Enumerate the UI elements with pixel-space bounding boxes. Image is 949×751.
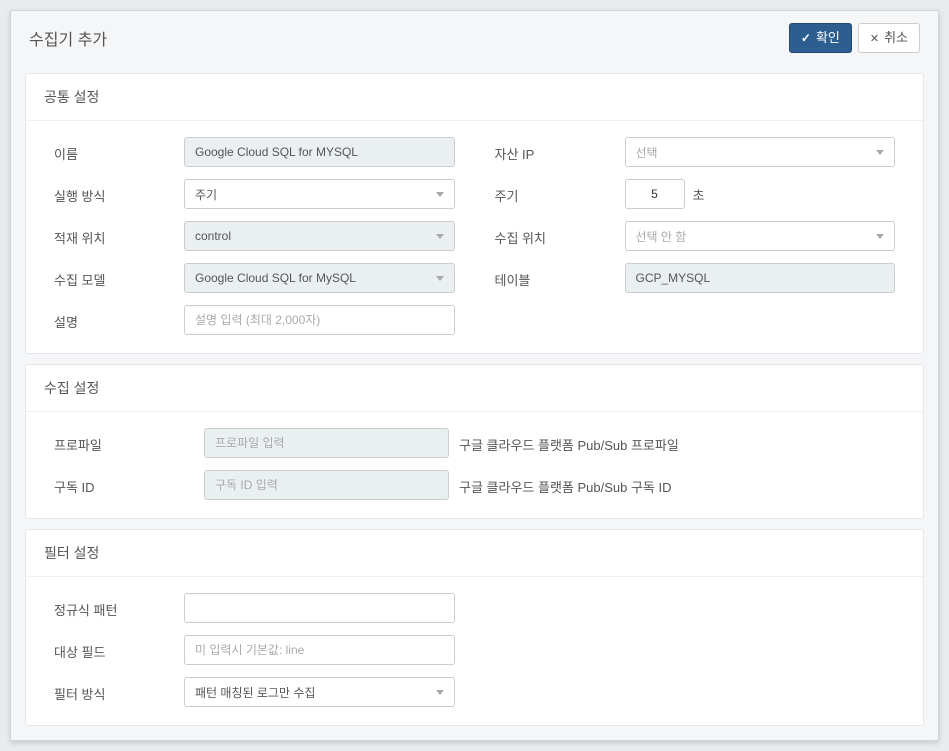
table-input[interactable] bbox=[625, 263, 896, 293]
filter-mode-select[interactable]: 패턴 매칭된 로그만 수집 bbox=[184, 677, 455, 707]
regex-input[interactable] bbox=[184, 593, 455, 623]
subscription-label: 구독 ID bbox=[54, 475, 194, 496]
collect-location-placeholder: 선택 안 함 bbox=[636, 228, 687, 245]
table-label: 테이블 bbox=[495, 268, 615, 289]
collect-model-value: Google Cloud SQL for MySQL bbox=[195, 271, 356, 285]
load-location-label: 적재 위치 bbox=[54, 226, 174, 247]
name-input[interactable] bbox=[184, 137, 455, 167]
collect-settings-title: 수집 설정 bbox=[26, 365, 923, 412]
description-input[interactable] bbox=[184, 305, 455, 335]
chevron-down-icon bbox=[436, 234, 444, 239]
filter-settings-title: 필터 설정 bbox=[26, 530, 923, 577]
cancel-button-label: 취소 bbox=[884, 30, 908, 46]
common-settings-panel: 공통 설정 이름 자산 IP 선택 bbox=[25, 73, 924, 354]
chevron-down-icon bbox=[876, 234, 884, 239]
profile-desc: 구글 클라우드 플랫폼 Pub/Sub 프로파일 bbox=[459, 432, 895, 454]
check-icon bbox=[801, 30, 811, 46]
close-icon bbox=[870, 30, 879, 46]
load-location-value: control bbox=[195, 229, 231, 243]
add-collector-dialog: 수집기 추가 확인 취소 공통 설정 이름 bbox=[10, 10, 939, 741]
common-settings-title: 공통 설정 bbox=[26, 74, 923, 121]
target-field-label: 대상 필드 bbox=[54, 640, 174, 661]
asset-ip-placeholder: 선택 bbox=[636, 144, 658, 161]
chevron-down-icon bbox=[436, 276, 444, 281]
profile-input[interactable] bbox=[204, 428, 449, 458]
asset-ip-label: 자산 IP bbox=[495, 142, 615, 163]
collect-model-select[interactable]: Google Cloud SQL for MySQL bbox=[184, 263, 455, 293]
profile-label: 프로파일 bbox=[54, 433, 194, 454]
cycle-label: 주기 bbox=[495, 184, 615, 205]
cancel-button[interactable]: 취소 bbox=[858, 23, 920, 53]
confirm-button[interactable]: 확인 bbox=[789, 23, 852, 53]
chevron-down-icon bbox=[436, 690, 444, 695]
filter-mode-label: 필터 방식 bbox=[54, 682, 174, 703]
load-location-select[interactable]: control bbox=[184, 221, 455, 251]
cycle-input[interactable] bbox=[625, 179, 685, 209]
subscription-input[interactable] bbox=[204, 470, 449, 500]
collect-location-label: 수집 위치 bbox=[495, 226, 615, 247]
filter-settings-panel: 필터 설정 정규식 패턴 대상 필드 필터 방식 bbox=[25, 529, 924, 726]
dialog-title: 수집기 추가 bbox=[29, 26, 107, 50]
collect-location-select[interactable]: 선택 안 함 bbox=[625, 221, 896, 251]
chevron-down-icon bbox=[876, 150, 884, 155]
cycle-unit: 초 bbox=[693, 185, 705, 204]
regex-label: 정규식 패턴 bbox=[54, 598, 174, 619]
collect-model-label: 수집 모델 bbox=[54, 268, 174, 289]
dialog-header: 수집기 추가 확인 취소 bbox=[11, 11, 938, 63]
description-label: 설명 bbox=[54, 310, 174, 331]
confirm-button-label: 확인 bbox=[816, 30, 840, 46]
asset-ip-select[interactable]: 선택 bbox=[625, 137, 896, 167]
run-mode-value: 주기 bbox=[195, 186, 217, 203]
target-field-input[interactable] bbox=[184, 635, 455, 665]
filter-mode-value: 패턴 매칭된 로그만 수집 bbox=[195, 684, 315, 701]
subscription-desc: 구글 클라우드 플랫폼 Pub/Sub 구독 ID bbox=[459, 474, 895, 496]
collect-settings-panel: 수집 설정 프로파일 구글 클라우드 플랫폼 Pub/Sub 프로파일 구독 I… bbox=[25, 364, 924, 519]
name-label: 이름 bbox=[54, 142, 174, 163]
chevron-down-icon bbox=[436, 192, 444, 197]
run-mode-select[interactable]: 주기 bbox=[184, 179, 455, 209]
run-mode-label: 실행 방식 bbox=[54, 184, 174, 205]
header-buttons: 확인 취소 bbox=[789, 23, 920, 53]
